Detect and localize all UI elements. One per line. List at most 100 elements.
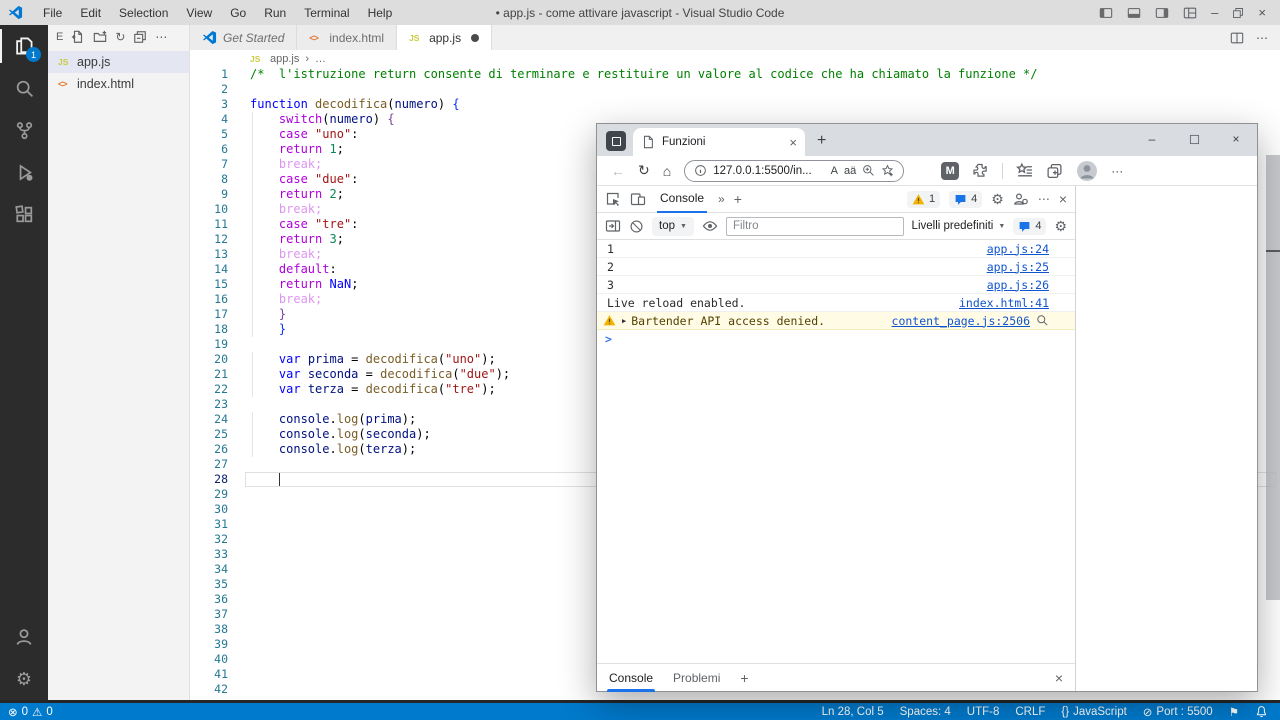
status-eol[interactable]: CRLF [1015,706,1045,718]
browser-tab-title[interactable]: Funzioni [662,136,782,148]
site-info-icon[interactable] [694,164,707,177]
collections-icon[interactable] [1046,162,1063,179]
warnings-icon[interactable]: ⚠ [32,705,42,719]
add-drawer-tab-icon[interactable]: + [740,670,748,686]
customize-layout-icon[interactable] [1183,6,1197,20]
line-number[interactable]: 26 [190,442,228,457]
refresh-icon[interactable]: ↻ [638,162,650,179]
toggle-panel-icon[interactable] [1127,6,1141,20]
line-number[interactable]: 12 [190,232,228,247]
menu-item-file[interactable]: File [34,6,71,20]
source-link[interactable]: content_page.js:2506 [892,314,1030,328]
line-number[interactable]: 24 [190,412,228,427]
new-folder-icon[interactable] [93,30,107,44]
vscode-minimize-button[interactable]: – [1211,5,1218,20]
line-number[interactable]: 18 [190,322,228,337]
line-number[interactable]: 41 [190,667,228,682]
code-text[interactable]: case "due": [228,172,358,187]
favorites-icon[interactable] [1016,162,1033,179]
drawer-tab-problemi[interactable]: Problemi [673,664,720,692]
code-text[interactable] [228,397,250,412]
code-text[interactable] [228,562,250,577]
extension-m-icon[interactable]: M [941,162,959,180]
line-number[interactable]: 11 [190,217,228,232]
code-text[interactable] [228,592,250,607]
menu-item-terminal[interactable]: Terminal [295,6,358,20]
code-text[interactable] [228,457,250,472]
status-live-server-port[interactable]: ⊘ Port : 5500 [1143,705,1213,719]
line-number[interactable]: 33 [190,547,228,562]
new-file-icon[interactable] [71,30,85,44]
code-text[interactable]: console.log(seconda); [228,427,431,442]
code-text[interactable]: console.log(terza); [228,442,416,457]
code-text[interactable] [228,577,250,592]
status-indentation[interactable]: Spaces: 4 [900,706,951,718]
code-text[interactable]: var seconda = decodifica("due"); [228,367,510,382]
home-icon[interactable]: ⌂ [663,163,671,179]
line-number[interactable]: 40 [190,652,228,667]
inspect-element-icon[interactable] [605,191,621,207]
device-emulation-icon[interactable] [630,191,646,207]
edge-minimize-button[interactable]: – [1131,124,1173,154]
errors-count[interactable]: 0 [22,706,28,718]
code-text[interactable]: return 1; [228,142,344,157]
line-number[interactable]: 42 [190,682,228,697]
line-number[interactable]: 9 [190,187,228,202]
editor-tab-get-started[interactable]: Get Started [190,25,297,50]
activity-accounts[interactable] [0,616,48,658]
line-number[interactable]: 13 [190,247,228,262]
line-number[interactable]: 37 [190,607,228,622]
code-text[interactable] [228,337,250,352]
code-text[interactable] [228,682,250,697]
line-number[interactable]: 29 [190,487,228,502]
code-text[interactable] [228,82,250,97]
console-filter-input[interactable] [726,217,904,236]
breadcrumb[interactable]: JS app.js › … [190,50,1280,67]
levels-messages-badge[interactable]: 4 [1013,218,1046,235]
devtools-feedback-icon[interactable] [1013,191,1029,207]
menu-item-run[interactable]: Run [255,6,295,20]
line-number[interactable]: 10 [190,202,228,217]
toggle-secondary-sidebar-icon[interactable] [1155,6,1169,20]
source-link[interactable]: app.js:25 [987,260,1049,274]
line-number[interactable]: 30 [190,502,228,517]
line-number[interactable]: 20 [190,352,228,367]
line-number[interactable]: 2 [190,82,228,97]
status-encoding[interactable]: UTF-8 [967,706,1000,718]
more-tabs-icon[interactable]: » [718,192,725,206]
code-text[interactable] [228,532,250,547]
feedback-icon[interactable]: ⚑ [1229,705,1239,719]
edge-settings-more-icon[interactable]: ··· [1111,164,1123,178]
tab-close-icon[interactable]: × [789,135,797,150]
extensions-puzzle-icon[interactable] [972,162,989,179]
code-text[interactable]: break; [228,157,322,172]
code-text[interactable] [228,637,250,652]
back-icon[interactable]: ← [611,163,625,179]
activity-extensions[interactable] [0,193,48,235]
search-similar-icon[interactable] [1036,314,1049,327]
menu-item-view[interactable]: View [177,6,221,20]
line-number[interactable]: 15 [190,277,228,292]
menu-item-selection[interactable]: Selection [110,6,177,20]
toggle-sidebar-icon[interactable] [1099,6,1113,20]
source-link[interactable]: app.js:24 [987,242,1049,256]
line-number[interactable]: 27 [190,457,228,472]
activity-settings[interactable]: ⚙ [0,658,48,700]
code-line[interactable]: 2 [190,82,1280,97]
console-prompt[interactable]: > [597,330,1075,348]
clear-console-icon[interactable] [629,219,644,234]
line-number[interactable]: 14 [190,262,228,277]
code-text[interactable]: return 2; [228,187,344,202]
drawer-close-icon[interactable]: × [1055,670,1063,686]
code-line[interactable]: 1/* l'istruzione return consente di term… [190,67,1280,82]
line-number[interactable]: 25 [190,427,228,442]
code-text[interactable]: console.log(prima); [228,412,416,427]
code-text[interactable]: } [228,322,286,337]
menu-item-go[interactable]: Go [221,6,255,20]
refresh-explorer-icon[interactable]: ↻ [115,30,125,44]
console-warning-row[interactable]: ▶Bartender API access denied.content_pag… [597,312,1075,330]
source-link[interactable]: app.js:26 [987,278,1049,292]
line-number[interactable]: 31 [190,517,228,532]
browser-tab[interactable]: Funzioni × [633,128,805,156]
line-number[interactable]: 17 [190,307,228,322]
